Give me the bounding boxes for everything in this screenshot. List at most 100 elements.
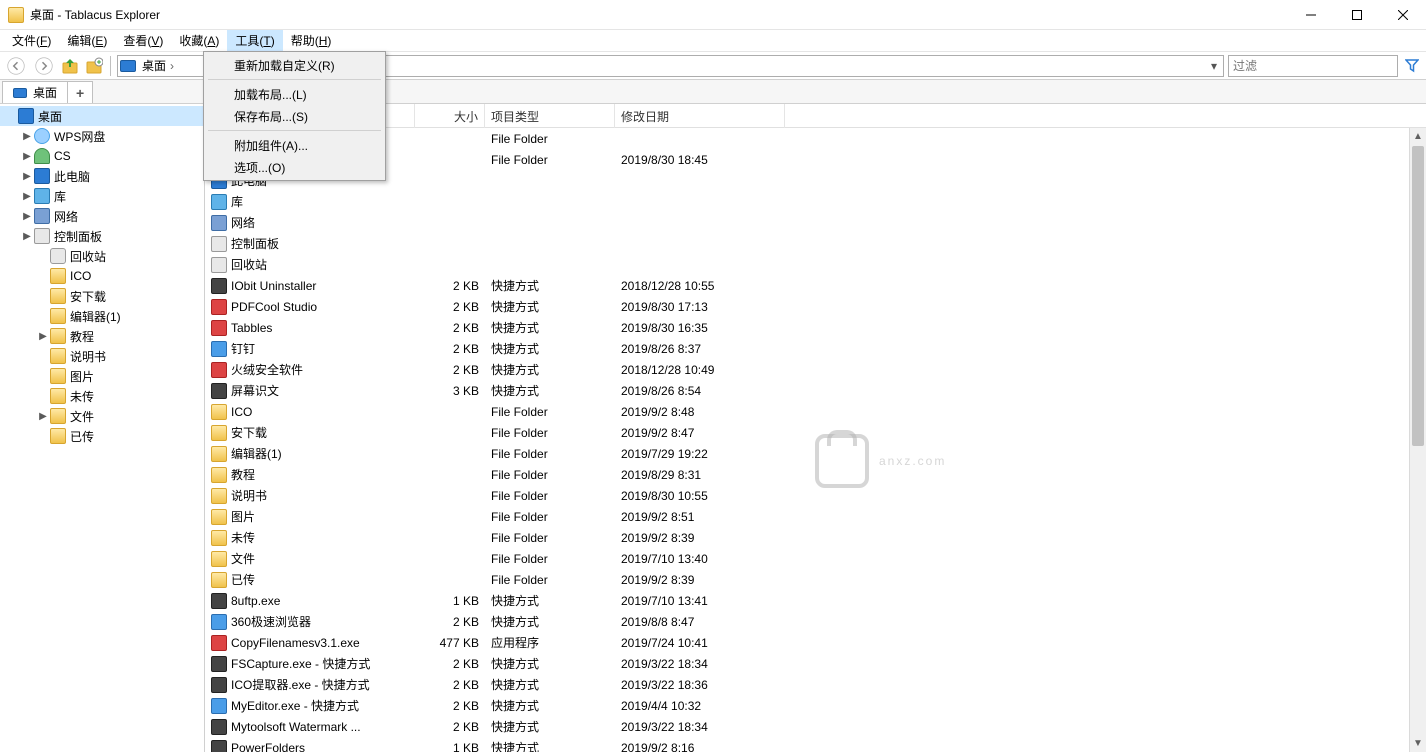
tree-item[interactable]: ▶未传 <box>0 386 204 406</box>
chevron-right-icon[interactable]: ▶ <box>20 149 34 163</box>
chevron-right-icon[interactable]: ▶ <box>20 229 34 243</box>
list-item[interactable]: File Folder <box>205 128 1426 149</box>
tree-item[interactable]: ▶说明书 <box>0 346 204 366</box>
close-button[interactable] <box>1380 0 1426 30</box>
tree-item[interactable]: ▶ 网络 <box>0 206 204 226</box>
list-item[interactable]: 教程File Folder2019/8/29 8:31 <box>205 464 1426 485</box>
app3-icon <box>211 341 227 357</box>
forward-button[interactable] <box>32 54 56 78</box>
list-item[interactable]: 已传File Folder2019/9/2 8:39 <box>205 569 1426 590</box>
chevron-right-icon[interactable]: ▶ <box>20 189 34 203</box>
menu-a[interactable]: 收藏(A) <box>171 30 227 51</box>
address-dropdown[interactable]: ▾ <box>1207 59 1221 73</box>
list-item[interactable]: FSCapture.exe - 快捷方式2 KB快捷方式2019/3/22 18… <box>205 653 1426 674</box>
list-item[interactable]: 库 <box>205 191 1426 212</box>
chevron-right-icon: ▶ <box>4 109 18 123</box>
tree-item[interactable]: ▶WPS网盘 <box>0 126 204 146</box>
cloud-icon <box>34 128 50 144</box>
list-item[interactable]: ICOFile Folder2019/9/2 8:48 <box>205 401 1426 422</box>
app2-icon <box>211 320 227 336</box>
list-item[interactable]: IObit Uninstaller2 KB快捷方式2018/12/28 10:5… <box>205 275 1426 296</box>
chevron-right-icon[interactable]: ▶ <box>20 209 34 223</box>
tree-item[interactable]: ▶编辑器(1) <box>0 306 204 326</box>
item-date: 2019/8/30 10:55 <box>615 489 785 503</box>
list-item[interactable]: 文件File Folder2019/7/10 13:40 <box>205 548 1426 569</box>
tree-item[interactable]: ▶教程 <box>0 326 204 346</box>
tree-item-label: 网络 <box>54 208 78 225</box>
vertical-scrollbar[interactable]: ▲ ▼ <box>1409 128 1426 752</box>
tree-item-label: 控制面板 <box>54 228 102 245</box>
up-button[interactable] <box>60 56 80 76</box>
tree-item[interactable]: ▶已传 <box>0 426 204 446</box>
list-item[interactable]: 控制面板 <box>205 233 1426 254</box>
column-type[interactable]: 项目类型 <box>485 104 615 128</box>
item-size: 2 KB <box>415 300 485 314</box>
chevron-right-icon[interactable]: ▶ <box>20 169 34 183</box>
menu-item[interactable]: 重新加载自定义(R) <box>206 54 383 76</box>
list-item[interactable]: MyEditor.exe - 快捷方式2 KB快捷方式2019/4/4 10:3… <box>205 695 1426 716</box>
chevron-right-icon[interactable]: ▶ <box>20 129 34 143</box>
item-type: 快捷方式 <box>485 739 615 752</box>
list-item[interactable]: 安下载File Folder2019/9/2 8:47 <box>205 422 1426 443</box>
tab-desktop[interactable]: 桌面 <box>2 81 68 103</box>
maximize-button[interactable] <box>1334 0 1380 30</box>
list-item[interactable]: 钉钉2 KB快捷方式2019/8/26 8:37 <box>205 338 1426 359</box>
tree-item[interactable]: ▶桌面 <box>0 106 204 126</box>
menu-e[interactable]: 编辑(E) <box>59 30 115 51</box>
tree-item[interactable]: ▶此电脑 <box>0 166 204 186</box>
back-button[interactable] <box>4 54 28 78</box>
list-item[interactable]: Tabbles2 KB快捷方式2019/8/30 16:35 <box>205 317 1426 338</box>
item-name: PDFCool Studio <box>231 300 317 314</box>
tree-item[interactable]: ▶库 <box>0 186 204 206</box>
list-item[interactable]: 网络 <box>205 212 1426 233</box>
scroll-down-icon[interactable]: ▼ <box>1410 735 1426 752</box>
menu-t[interactable]: 工具(T) <box>227 30 282 51</box>
minimize-button[interactable] <box>1288 0 1334 30</box>
list-item[interactable]: CopyFilenamesv3.1.exe477 KB应用程序2019/7/24… <box>205 632 1426 653</box>
list-item[interactable]: PDFCool Studio2 KB快捷方式2019/8/30 17:13 <box>205 296 1426 317</box>
menu-item[interactable]: 附加组件(A)... <box>206 134 383 156</box>
list-item[interactable]: Mytoolsoft Watermark ...2 KB快捷方式2019/3/2… <box>205 716 1426 737</box>
list-item[interactable]: File Folder2019/8/30 18:45 <box>205 149 1426 170</box>
filter-button[interactable] <box>1402 56 1422 76</box>
scroll-up-icon[interactable]: ▲ <box>1410 128 1426 145</box>
filter-input[interactable] <box>1228 55 1398 77</box>
item-name: Mytoolsoft Watermark ... <box>231 720 361 734</box>
list-item[interactable]: 编辑器(1)File Folder2019/7/29 19:22 <box>205 443 1426 464</box>
list-item[interactable]: 未传File Folder2019/9/2 8:39 <box>205 527 1426 548</box>
tree-item[interactable]: ▶ 控制面板 <box>0 226 204 246</box>
list-item[interactable]: 回收站 <box>205 254 1426 275</box>
tree-item[interactable]: ▶文件 <box>0 406 204 426</box>
menu-item[interactable]: 保存布局...(S) <box>206 105 383 127</box>
list-item[interactable]: 火绒安全软件2 KB快捷方式2018/12/28 10:49 <box>205 359 1426 380</box>
menu-f[interactable]: 文件(F) <box>4 30 59 51</box>
column-size[interactable]: 大小 <box>415 104 485 128</box>
folder-icon <box>50 328 66 344</box>
item-type: 快捷方式 <box>485 298 615 315</box>
list-item[interactable]: 图片File Folder2019/9/2 8:51 <box>205 506 1426 527</box>
menu-h[interactable]: 帮助(H) <box>283 30 340 51</box>
tree-item[interactable]: ▶安下载 <box>0 286 204 306</box>
list-item[interactable]: 8uftp.exe1 KB快捷方式2019/7/10 13:41 <box>205 590 1426 611</box>
scroll-thumb[interactable] <box>1412 146 1424 446</box>
menu-item[interactable]: 加载布局...(L) <box>206 83 383 105</box>
list-item[interactable]: ICO提取器.exe - 快捷方式2 KB快捷方式2019/3/22 18:36 <box>205 674 1426 695</box>
list-item[interactable]: PowerFolders1 KB快捷方式2019/9/2 8:16 <box>205 737 1426 752</box>
list-item[interactable]: 此电脑 <box>205 170 1426 191</box>
menu-v[interactable]: 查看(V) <box>115 30 171 51</box>
chevron-right-icon[interactable]: ▶ <box>36 409 50 423</box>
list-item[interactable]: 说明书File Folder2019/8/30 10:55 <box>205 485 1426 506</box>
list-item[interactable]: 360极速浏览器2 KB快捷方式2019/8/8 8:47 <box>205 611 1426 632</box>
new-tab-button[interactable]: + <box>67 81 93 103</box>
tree-item[interactable]: ▶图片 <box>0 366 204 386</box>
menu-item[interactable]: 选项...(O) <box>206 156 383 178</box>
breadcrumb[interactable]: 桌面 <box>140 57 168 74</box>
list-item[interactable]: 屏幕识文3 KB快捷方式2019/8/26 8:54 <box>205 380 1426 401</box>
chevron-right-icon[interactable]: ▶ <box>36 329 50 343</box>
tree-item[interactable]: ▶ICO <box>0 266 204 286</box>
new-folder-button[interactable] <box>84 56 104 76</box>
item-type: 快捷方式 <box>485 382 615 399</box>
tree-item[interactable]: ▶回收站 <box>0 246 204 266</box>
column-date[interactable]: 修改日期 <box>615 104 785 128</box>
tree-item[interactable]: ▶CS <box>0 146 204 166</box>
